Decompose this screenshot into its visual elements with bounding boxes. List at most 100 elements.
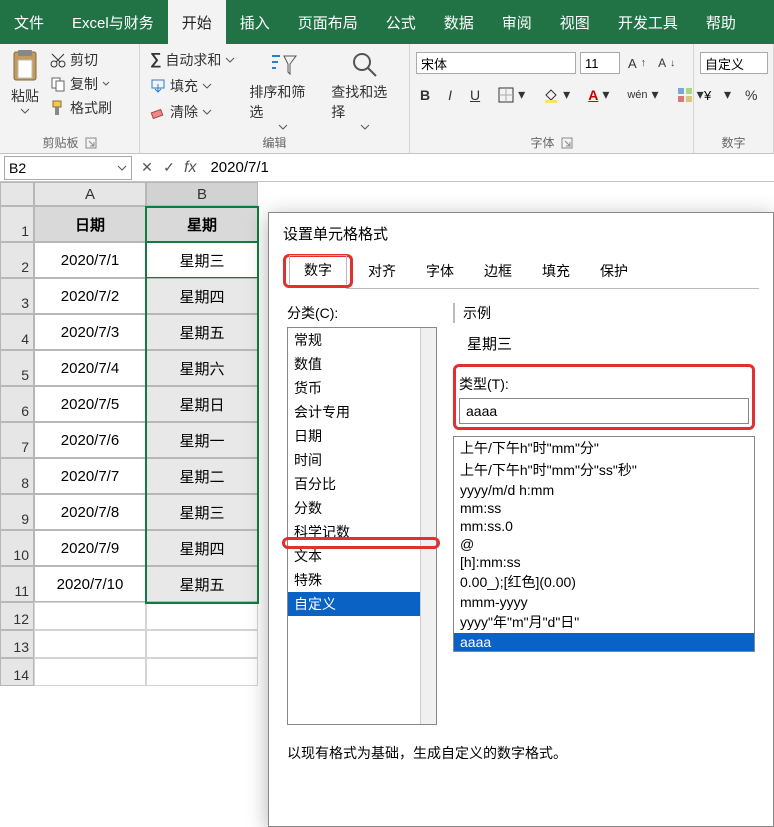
phonetic-button[interactable]: wén▾ <box>623 84 662 105</box>
cell[interactable] <box>34 630 146 658</box>
category-item[interactable]: 货币 <box>288 376 436 400</box>
fill-color-button[interactable]: ▾ <box>539 84 574 105</box>
row-header[interactable]: 8 <box>0 458 34 494</box>
cell[interactable]: 星期 <box>146 206 258 242</box>
tab-file[interactable]: 文件 <box>0 0 58 44</box>
tab-developer[interactable]: 开发工具 <box>604 0 692 44</box>
format-item[interactable]: mm:ss.0 <box>454 517 754 535</box>
category-item[interactable]: 自定义 <box>288 592 436 616</box>
category-item[interactable]: 会计专用 <box>288 400 436 424</box>
format-painter-button[interactable]: 格式刷 <box>46 96 116 120</box>
name-box[interactable]: B2 <box>4 156 132 180</box>
row-header[interactable]: 11 <box>0 566 34 602</box>
confirm-button[interactable]: ✓ <box>158 159 180 176</box>
tab-home[interactable]: 开始 <box>168 0 226 44</box>
fill-button[interactable]: 填充 <box>146 74 239 98</box>
cell[interactable]: 星期四 <box>146 530 258 566</box>
clear-button[interactable]: 清除 <box>146 100 239 124</box>
category-item[interactable]: 日期 <box>288 424 436 448</box>
tab-review[interactable]: 审阅 <box>488 0 546 44</box>
font-name-select[interactable] <box>416 52 576 74</box>
select-all-corner[interactable] <box>0 182 34 206</box>
category-item[interactable]: 时间 <box>288 448 436 472</box>
cancel-button[interactable]: ✕ <box>136 159 158 176</box>
cell[interactable]: 星期四 <box>146 278 258 314</box>
currency-button[interactable]: ¥▾ <box>700 84 735 105</box>
cell[interactable]: 2020/7/4 <box>34 350 146 386</box>
dlg-tab-fill[interactable]: 填充 <box>527 254 585 288</box>
row-header[interactable]: 2 <box>0 242 34 278</box>
font-size-select[interactable] <box>580 52 620 74</box>
col-header-b[interactable]: B <box>146 182 258 206</box>
cell[interactable]: 星期二 <box>146 458 258 494</box>
increase-font-button[interactable]: A↑ <box>624 54 650 73</box>
category-item[interactable]: 百分比 <box>288 472 436 496</box>
cell[interactable]: 2020/7/2 <box>34 278 146 314</box>
cell[interactable] <box>34 658 146 686</box>
underline-button[interactable]: U <box>466 85 484 105</box>
number-format-select[interactable] <box>700 52 768 74</box>
cell[interactable]: 2020/7/7 <box>34 458 146 494</box>
row-header[interactable]: 12 <box>0 602 34 630</box>
row-header[interactable]: 6 <box>0 386 34 422</box>
cell[interactable]: 星期五 <box>146 566 258 602</box>
format-item[interactable]: yyyy/m/d h:mm <box>454 481 754 499</box>
row-header[interactable]: 7 <box>0 422 34 458</box>
cut-button[interactable]: 剪切 <box>46 48 116 72</box>
formula-input[interactable] <box>204 157 774 178</box>
cell[interactable] <box>146 630 258 658</box>
tab-insert[interactable]: 插入 <box>226 0 284 44</box>
format-item[interactable]: mmm-yyyy <box>454 593 754 611</box>
format-item[interactable]: 0.00_);[红色](0.00) <box>454 571 754 593</box>
col-header-a[interactable]: A <box>34 182 146 206</box>
tab-data[interactable]: 数据 <box>430 0 488 44</box>
dlg-tab-border[interactable]: 边框 <box>469 254 527 288</box>
cell[interactable] <box>146 602 258 630</box>
cell[interactable]: 2020/7/3 <box>34 314 146 350</box>
row-header[interactable]: 4 <box>0 314 34 350</box>
format-item[interactable]: aaaa <box>454 633 754 651</box>
format-item[interactable]: 上午/下午h"时"mm"分"ss"秒" <box>454 459 754 481</box>
format-list[interactable]: 上午/下午h"时"mm"分"上午/下午h"时"mm"分"ss"秒"yyyy/m/… <box>453 436 755 652</box>
cell[interactable] <box>34 602 146 630</box>
category-item[interactable]: 特殊 <box>288 568 436 592</box>
tab-help[interactable]: 帮助 <box>692 0 750 44</box>
decrease-font-button[interactable]: A↓ <box>654 54 679 72</box>
percent-button[interactable]: % <box>741 85 761 105</box>
cell[interactable]: 2020/7/1 <box>34 242 146 278</box>
cell[interactable]: 日期 <box>34 206 146 242</box>
format-item[interactable]: 上午/下午h"时"mm"分" <box>454 437 754 459</box>
cell[interactable]: 2020/7/10 <box>34 566 146 602</box>
row-header[interactable]: 3 <box>0 278 34 314</box>
cell[interactable]: 星期一 <box>146 422 258 458</box>
cell[interactable] <box>146 658 258 686</box>
bold-button[interactable]: B <box>416 85 434 105</box>
dlg-tab-protect[interactable]: 保护 <box>585 254 643 288</box>
row-header[interactable]: 10 <box>0 530 34 566</box>
format-item[interactable]: mm:ss <box>454 499 754 517</box>
cell[interactable]: 2020/7/9 <box>34 530 146 566</box>
type-input[interactable] <box>459 398 749 424</box>
dlg-tab-number[interactable]: 数字 <box>289 255 347 285</box>
copy-button[interactable]: 复制 <box>46 72 116 96</box>
dialog-launcher-icon[interactable] <box>561 137 573 149</box>
dialog-launcher-icon[interactable] <box>85 137 97 149</box>
italic-button[interactable]: I <box>444 85 456 105</box>
category-list[interactable]: 常规数值货币会计专用日期时间百分比分数科学记数文本特殊自定义 <box>287 327 437 725</box>
tab-formulas[interactable]: 公式 <box>372 0 430 44</box>
cell[interactable]: 2020/7/6 <box>34 422 146 458</box>
scrollbar[interactable] <box>420 328 436 724</box>
row-header[interactable]: 1 <box>0 206 34 242</box>
cell[interactable]: 2020/7/8 <box>34 494 146 530</box>
find-select-button[interactable]: 查找和选择 <box>327 48 403 132</box>
row-header[interactable]: 13 <box>0 630 34 658</box>
row-header[interactable]: 5 <box>0 350 34 386</box>
cell[interactable]: 星期三 <box>146 242 258 278</box>
cell[interactable]: 星期五 <box>146 314 258 350</box>
tab-view[interactable]: 视图 <box>546 0 604 44</box>
autosum-button[interactable]: ∑ 自动求和 <box>146 48 239 72</box>
sort-filter-button[interactable]: 排序和筛选 <box>245 48 321 132</box>
cell[interactable]: 星期日 <box>146 386 258 422</box>
font-color-button[interactable]: A▾ <box>584 84 613 105</box>
category-item[interactable]: 数值 <box>288 352 436 376</box>
